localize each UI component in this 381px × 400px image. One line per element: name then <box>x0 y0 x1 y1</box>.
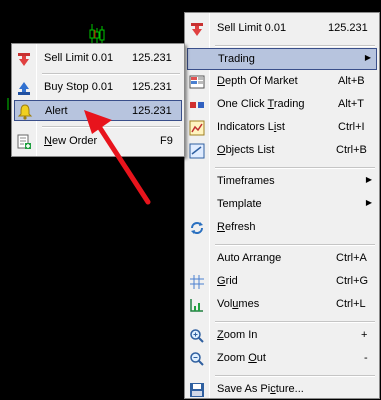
chart-context-menu: Sell Limit 0.01 125.231 Trading ▶ Depth … <box>184 12 380 399</box>
menu-item-sell-limit[interactable]: Sell Limit 0.01 125.231 <box>187 18 377 39</box>
save-as-picture-icon <box>189 382 205 398</box>
buy-stop-icon <box>16 80 32 96</box>
menu-separator <box>215 375 375 377</box>
menu-separator <box>215 167 375 169</box>
zoom-out-icon <box>189 351 205 367</box>
menu-separator <box>215 321 375 323</box>
menu-separator <box>215 244 375 246</box>
menu-item-shortcut: 125.231 <box>132 81 172 93</box>
menu-item-label: Zoom Out <box>217 352 266 364</box>
menu-item-new-order[interactable]: New Order F9 <box>14 131 182 152</box>
one-click-trading-icon <box>189 97 205 113</box>
menu-item-label: Objects List <box>217 144 275 156</box>
menu-item-shortcut: Alt+T <box>338 98 364 110</box>
submenu-arrow-icon: ▶ <box>365 175 372 184</box>
menu-item-label: Indicators List <box>217 121 285 133</box>
menu-item-label: Depth Of Market <box>217 75 298 87</box>
menu-item-label: Buy Stop 0.01 <box>44 81 114 93</box>
menu-item-label: Alert <box>45 105 68 117</box>
menu-item-shortcut: + <box>361 329 368 341</box>
menu-item-label: Zoom In <box>217 329 258 341</box>
menu-item-zoom-out[interactable]: Zoom Out - <box>187 348 377 369</box>
volumes-icon <box>189 297 205 313</box>
menu-item-sell-limit[interactable]: Sell Limit 0.01 125.231 <box>14 48 182 69</box>
menu-item-template[interactable]: Template ▶ <box>187 194 377 215</box>
menu-item-shortcut: Ctrl+B <box>336 144 367 156</box>
menu-item-objects-list[interactable]: Objects List Ctrl+B <box>187 140 377 161</box>
new-order-icon <box>16 134 32 150</box>
grid-icon <box>189 274 205 290</box>
menu-separator <box>42 126 180 128</box>
indicators-list-icon <box>189 120 205 136</box>
menu-item-indicators-list[interactable]: Indicators List Ctrl+I <box>187 117 377 138</box>
menu-item-depth-of-market[interactable]: Depth Of Market Alt+B <box>187 71 377 92</box>
menu-item-shortcut: Ctrl+L <box>336 298 366 310</box>
refresh-icon <box>189 220 205 236</box>
menu-item-zoom-in[interactable]: Zoom In + <box>187 325 377 346</box>
menu-item-label: Refresh <box>217 221 256 233</box>
menu-item-label: New Order <box>44 135 98 147</box>
menu-item-buy-stop[interactable]: Buy Stop 0.01 125.231 <box>14 77 182 98</box>
menu-item-save-as-picture[interactable]: Save As Picture... <box>187 379 377 400</box>
menu-item-alert[interactable]: Alert 125.231 <box>14 100 182 121</box>
menu-item-label: Auto Arrange <box>217 252 282 264</box>
menu-item-shortcut: Ctrl+A <box>336 252 367 264</box>
menu-item-grid[interactable]: Grid Ctrl+G <box>187 271 377 292</box>
menu-item-label: One Click Trading <box>217 98 305 110</box>
menu-item-label: Sell Limit 0.01 <box>217 22 287 34</box>
menu-item-shortcut: F9 <box>160 135 173 147</box>
menu-item-trading[interactable]: Trading ▶ <box>187 48 377 70</box>
menu-item-label: Save As Picture... <box>217 383 304 395</box>
alert-bell-icon <box>17 104 33 120</box>
menu-item-shortcut: 125.231 <box>132 105 172 117</box>
menu-item-label: Trading <box>218 53 255 65</box>
menu-item-label: Grid <box>217 275 238 287</box>
menu-item-refresh[interactable]: Refresh <box>187 217 377 238</box>
menu-item-shortcut: Ctrl+G <box>336 275 369 287</box>
menu-item-label: Template <box>217 198 262 210</box>
menu-item-shortcut: Alt+B <box>338 75 365 87</box>
zoom-in-icon <box>189 328 205 344</box>
submenu-arrow-icon: ▶ <box>364 53 371 62</box>
submenu-arrow-icon: ▶ <box>365 198 372 207</box>
menu-item-label: Volumes <box>217 298 260 310</box>
menu-item-label: Timeframes <box>217 175 275 187</box>
menu-separator <box>42 73 180 75</box>
menu-separator <box>215 45 375 47</box>
menu-item-label: Sell Limit 0.01 <box>44 52 114 64</box>
depth-of-market-icon <box>189 74 205 90</box>
objects-list-icon <box>189 143 205 159</box>
menu-item-shortcut: Ctrl+I <box>338 121 365 133</box>
menu-item-shortcut: - <box>364 352 368 364</box>
menu-item-auto-arrange[interactable]: Auto Arrange Ctrl+A <box>187 248 377 269</box>
trade-context-menu: Sell Limit 0.01 125.231 Buy Stop 0.01 12… <box>11 43 185 157</box>
menu-item-one-click-trading[interactable]: One Click Trading Alt+T <box>187 94 377 115</box>
sell-limit-icon <box>16 51 32 67</box>
menu-item-timeframes[interactable]: Timeframes ▶ <box>187 171 377 192</box>
menu-item-volumes[interactable]: Volumes Ctrl+L <box>187 294 377 315</box>
sell-limit-icon <box>189 21 205 37</box>
menu-item-shortcut: 125.231 <box>132 52 172 64</box>
menu-item-shortcut: 125.231 <box>328 22 368 34</box>
